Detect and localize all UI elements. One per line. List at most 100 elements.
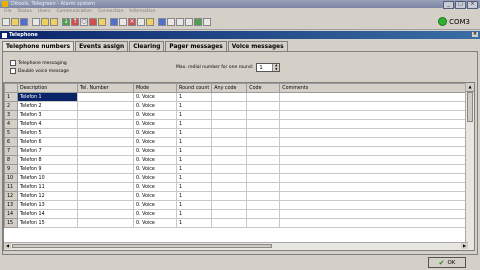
help-icon[interactable] — [146, 18, 154, 26]
print-icon[interactable] — [32, 18, 40, 26]
any-code-cell[interactable] — [211, 137, 248, 147]
comments-cell[interactable] — [279, 92, 470, 102]
table-row[interactable]: 1 Telefon 1 0. Voice 1 — [4, 92, 470, 102]
spinner-arrows-icon[interactable]: ▲ ▼ — [272, 63, 280, 71]
grid-icon[interactable]: × — [128, 18, 136, 26]
telephone-messaging-option[interactable]: Telephone messaging — [10, 60, 67, 66]
tel-number-cell[interactable] — [77, 101, 134, 111]
column-header[interactable] — [4, 83, 18, 93]
any-code-cell[interactable] — [211, 218, 248, 228]
round-count-cell[interactable]: 1 — [175, 119, 213, 129]
mode-cell[interactable]: 0. Voice — [133, 182, 177, 192]
lock-icon[interactable] — [203, 18, 211, 26]
comments-cell[interactable] — [279, 209, 470, 219]
mode-cell[interactable]: 0. Voice — [133, 173, 177, 183]
calc-icon[interactable] — [137, 18, 145, 26]
description-cell[interactable]: Telefon 3 — [17, 110, 78, 120]
code-cell[interactable] — [246, 191, 281, 201]
vertical-scrollbar[interactable]: ▲ — [465, 83, 474, 250]
comments-cell[interactable] — [279, 191, 470, 201]
description-cell[interactable]: Telefon 4 — [17, 119, 78, 129]
tel-number-cell[interactable] — [77, 191, 134, 201]
copy-icon[interactable] — [41, 18, 49, 26]
max-redial-value[interactable]: 1 — [257, 65, 272, 71]
column-header[interactable]: Round count — [175, 83, 213, 93]
tab-voice-messages[interactable]: Voice messages — [227, 41, 288, 51]
any-code-cell[interactable] — [211, 146, 248, 156]
table-row[interactable]: 3 Telefon 3 0. Voice 1 — [4, 110, 470, 120]
description-cell[interactable]: Telefon 6 — [17, 137, 78, 147]
comments-cell[interactable] — [279, 128, 470, 138]
horizontal-scrollbar[interactable]: ◀ ▶ — [4, 242, 468, 250]
max-redial-spinner[interactable]: 1 ▲ ▼ — [256, 63, 281, 72]
tel-number-cell[interactable] — [77, 209, 134, 219]
table-row[interactable]: 12 Telefon 12 0. Voice 1 — [4, 191, 470, 201]
config-icon[interactable] — [98, 18, 106, 26]
column-header[interactable]: Tel. Number — [77, 83, 134, 93]
table-row[interactable]: 13 Telefon 13 0. Voice 1 — [4, 200, 470, 210]
any-code-cell[interactable] — [211, 101, 248, 111]
code-cell[interactable] — [246, 101, 281, 111]
mode-cell[interactable]: 0. Voice — [133, 191, 177, 201]
tel-number-cell[interactable] — [77, 146, 134, 156]
mode-cell[interactable]: 0. Voice — [133, 209, 177, 219]
tab-telephone-numbers[interactable]: Telephone numbers — [2, 41, 75, 51]
mode-cell[interactable]: 0. Voice — [133, 110, 177, 120]
horizontal-scroll-thumb[interactable] — [12, 244, 272, 248]
description-cell[interactable]: Telefon 1 — [17, 92, 78, 102]
round-count-cell[interactable]: 1 — [175, 92, 213, 102]
tab-clearing[interactable]: Clearing — [129, 41, 165, 51]
tel-number-cell[interactable] — [77, 173, 134, 183]
tel-number-cell[interactable] — [77, 182, 134, 192]
menu-communication[interactable]: Communication — [56, 9, 91, 14]
table-row[interactable]: 14 Telefon 14 0. Voice 1 — [4, 209, 470, 219]
read-icon[interactable]: ↓ — [62, 18, 70, 26]
description-cell[interactable]: Telefon 9 — [17, 164, 78, 174]
round-count-cell[interactable]: 1 — [175, 137, 213, 147]
round-count-cell[interactable]: 1 — [175, 182, 213, 192]
code-cell[interactable] — [246, 128, 281, 138]
table-row[interactable]: 2 Telefon 2 0. Voice 1 — [4, 101, 470, 111]
description-cell[interactable]: Telefon 11 — [17, 182, 78, 192]
code-cell[interactable] — [246, 119, 281, 129]
table-row[interactable]: 10 Telefon 10 0. Voice 1 — [4, 173, 470, 183]
round-count-cell[interactable]: 1 — [175, 101, 213, 111]
tab-pager-messages[interactable]: Pager messages — [165, 41, 227, 51]
menu-information[interactable]: Information — [129, 9, 155, 14]
description-cell[interactable]: Telefon 2 — [17, 101, 78, 111]
tel-number-cell[interactable] — [77, 92, 134, 102]
comments-cell[interactable] — [279, 137, 470, 147]
any-code-cell[interactable] — [211, 182, 248, 192]
description-cell[interactable]: Telefon 7 — [17, 146, 78, 156]
column-header[interactable]: Code — [246, 83, 281, 93]
code-cell[interactable] — [246, 182, 281, 192]
description-cell[interactable]: Telefon 13 — [17, 200, 78, 210]
code-cell[interactable] — [246, 173, 281, 183]
open-icon[interactable] — [11, 18, 19, 26]
code-cell[interactable] — [246, 146, 281, 156]
comments-cell[interactable] — [279, 173, 470, 183]
any-code-cell[interactable] — [211, 200, 248, 210]
tel-number-cell[interactable] — [77, 200, 134, 210]
round-count-cell[interactable]: 1 — [175, 218, 213, 228]
panel-close-button[interactable]: × — [472, 32, 478, 37]
comments-cell[interactable] — [279, 119, 470, 129]
description-cell[interactable]: Telefon 10 — [17, 173, 78, 183]
round-count-cell[interactable]: 1 — [175, 209, 213, 219]
double-voice-option[interactable]: Double voice message — [10, 68, 69, 74]
description-cell[interactable]: Telefon 14 — [17, 209, 78, 219]
any-code-cell[interactable] — [211, 164, 248, 174]
comments-cell[interactable] — [279, 218, 470, 228]
code-cell[interactable] — [246, 110, 281, 120]
round-count-cell[interactable]: 1 — [175, 110, 213, 120]
table-row[interactable]: 6 Telefon 6 0. Voice 1 — [4, 137, 470, 147]
mode-cell[interactable]: 0. Voice — [133, 146, 177, 156]
code-cell[interactable] — [246, 92, 281, 102]
any-code-cell[interactable] — [211, 173, 248, 183]
round-count-cell[interactable]: 1 — [175, 191, 213, 201]
mode-cell[interactable]: 0. Voice — [133, 200, 177, 210]
comments-cell[interactable] — [279, 182, 470, 192]
scroll-right-icon[interactable]: ▶ — [461, 243, 468, 249]
any-code-cell[interactable] — [211, 119, 248, 129]
tel-number-cell[interactable] — [77, 128, 134, 138]
